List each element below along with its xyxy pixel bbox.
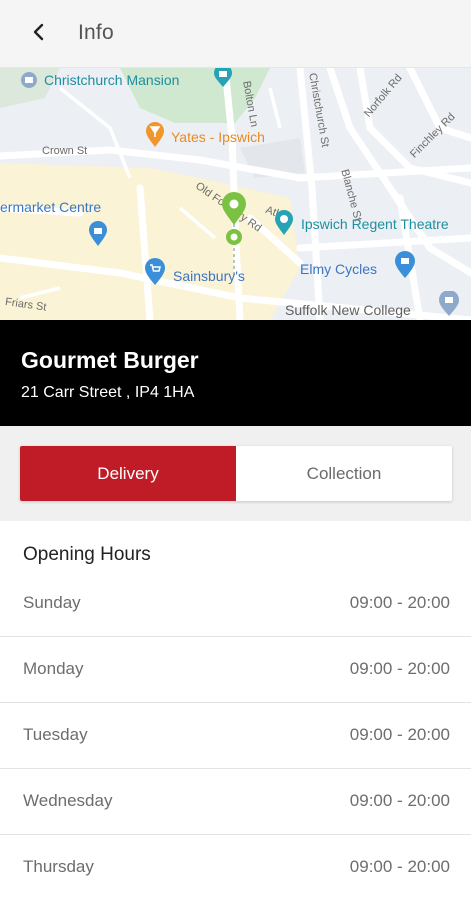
- time-label: 09:00 - 20:00: [349, 791, 450, 810]
- day-label: Monday: [23, 659, 84, 678]
- opening-hours-section: Opening Hours Sunday 09:00 - 20:00 Monda…: [0, 521, 471, 900]
- day-label: Wednesday: [23, 791, 113, 810]
- back-button[interactable]: [22, 20, 54, 48]
- map-label-christchurch-mansion: Christchurch Mansion: [44, 72, 180, 88]
- hours-row: Tuesday 09:00 - 20:00: [0, 703, 471, 769]
- map-label-elmy-cycles: Elmy Cycles: [300, 261, 378, 277]
- time-label: 09:00 - 20:00: [349, 857, 450, 876]
- day-label: Sunday: [23, 593, 81, 612]
- delivery-tab[interactable]: Delivery: [20, 446, 236, 501]
- time-label: 09:00 - 20:00: [349, 593, 450, 612]
- restaurant-name: Gourmet Burger: [21, 347, 199, 373]
- opening-hours-title: Opening Hours: [23, 544, 151, 565]
- time-label: 09:00 - 20:00: [349, 725, 450, 744]
- map-label-ipswich-regent: Ipswich Regent Theatre: [301, 216, 449, 232]
- day-label: Thursday: [23, 857, 94, 876]
- map-label-suffolk-new-college: Suffolk New College: [285, 302, 411, 318]
- map-label-market-centre: ermarket Centre: [0, 199, 102, 215]
- time-label: 09:00 - 20:00: [349, 659, 450, 678]
- hours-row: Thursday 09:00 - 20:00: [0, 835, 471, 900]
- map-label-crown-st: Crown St: [42, 145, 88, 157]
- page-title: Info: [78, 21, 114, 44]
- location-map[interactable]: Christchurch Mansion Yates - Ipswich Cro…: [0, 68, 471, 320]
- hours-row: Monday 09:00 - 20:00: [0, 637, 471, 703]
- collection-tab[interactable]: Collection: [236, 446, 452, 501]
- map-label-yates: Yates - Ipswich: [171, 129, 265, 145]
- app-header: Info: [0, 0, 471, 68]
- restaurant-address: 21 Carr Street , IP4 1HA: [21, 384, 195, 401]
- order-type-section: Delivery Collection: [0, 426, 471, 521]
- restaurant-banner: Gourmet Burger 21 Carr Street , IP4 1HA: [0, 320, 471, 426]
- day-label: Tuesday: [23, 725, 88, 744]
- map-label-sainsburys: Sainsbury's: [173, 268, 245, 284]
- hours-row: Sunday 09:00 - 20:00: [0, 571, 471, 637]
- order-type-toggle: Delivery Collection: [20, 446, 452, 501]
- chevron-left-icon: [31, 23, 45, 46]
- hours-row: Wednesday 09:00 - 20:00: [0, 769, 471, 835]
